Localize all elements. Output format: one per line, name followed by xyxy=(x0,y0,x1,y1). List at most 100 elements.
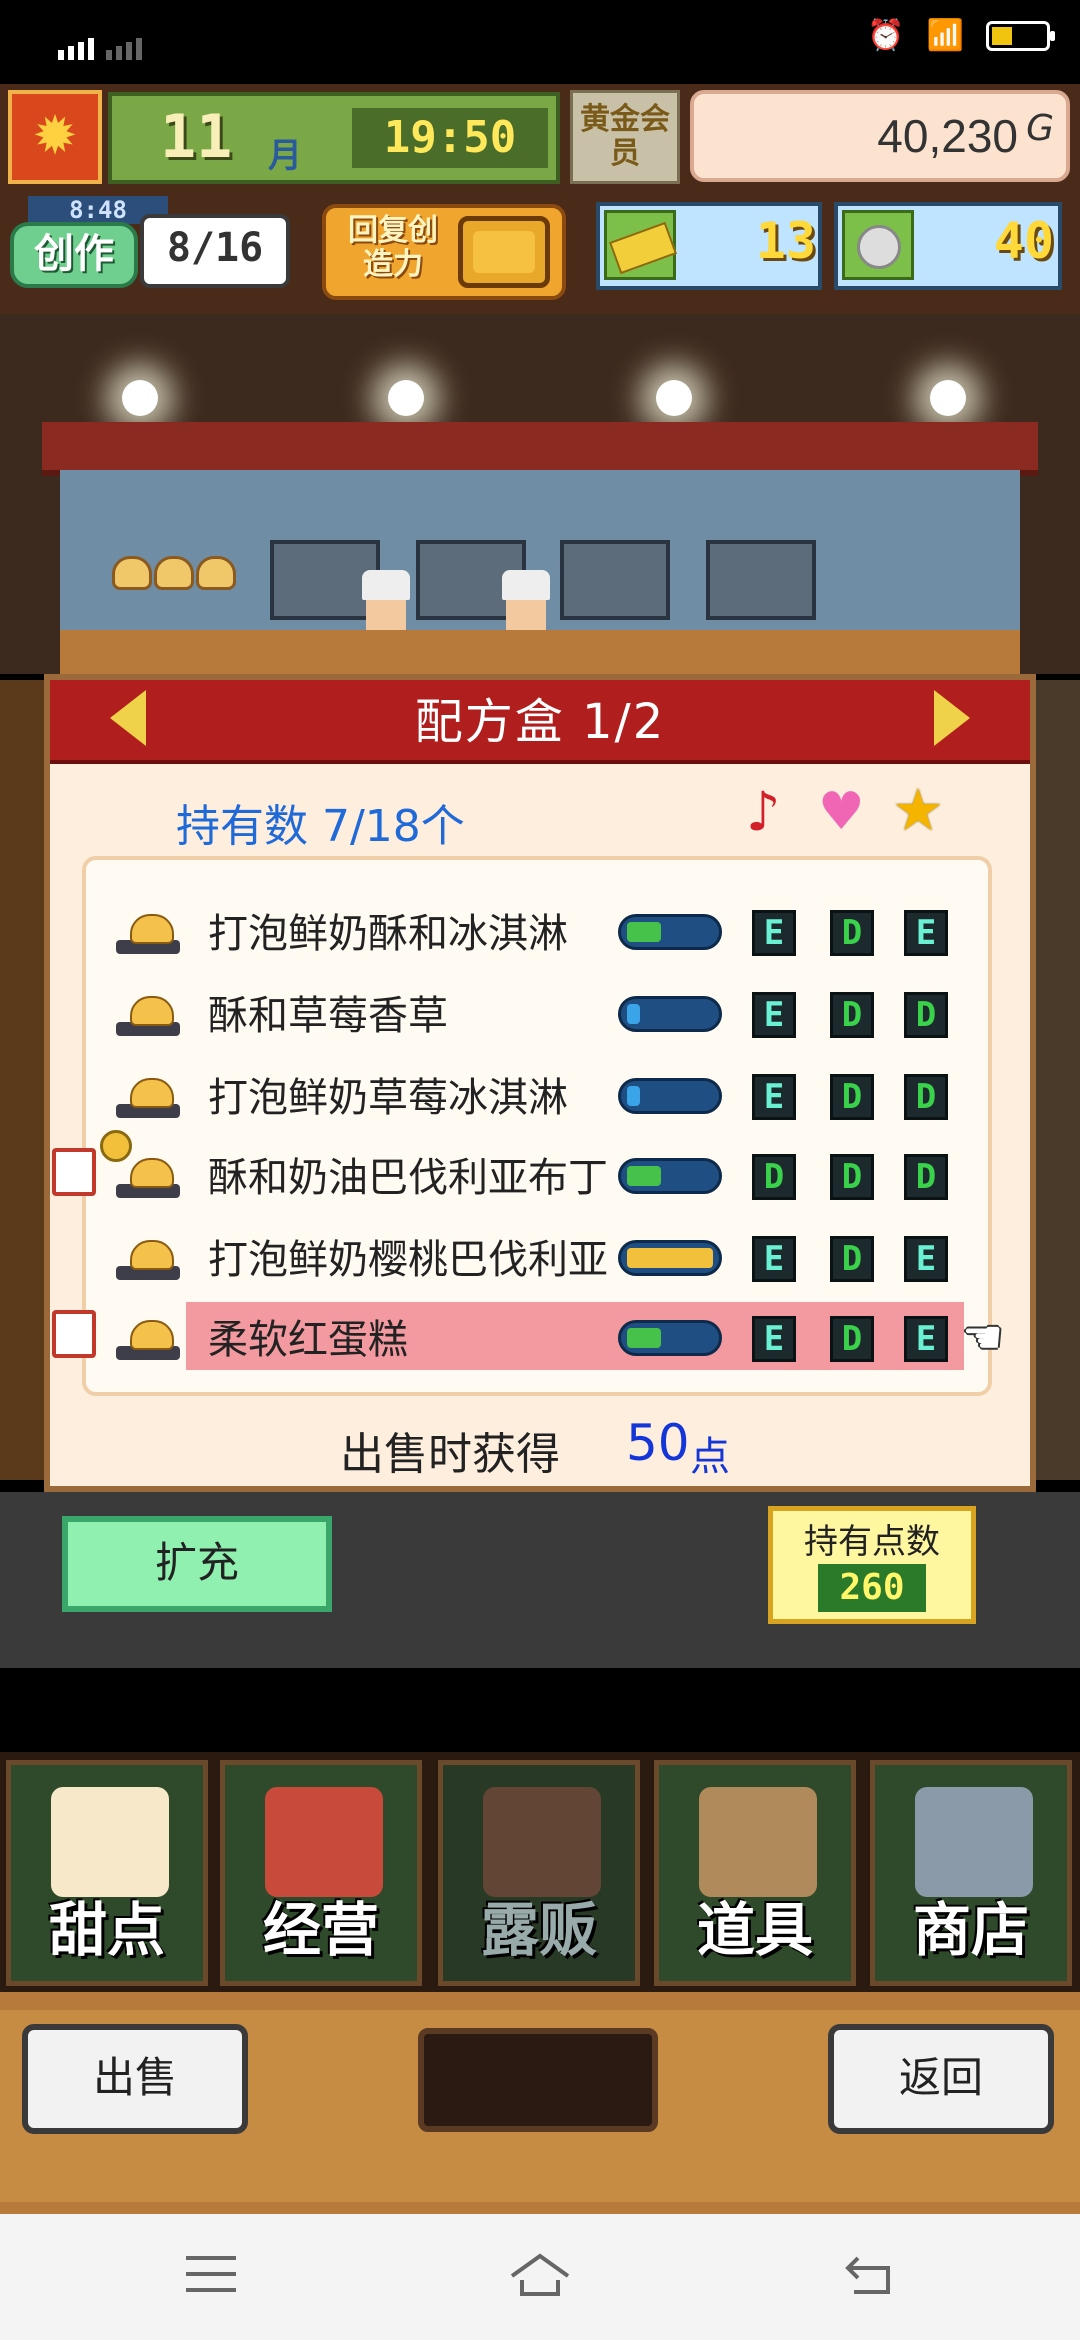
recipe-row[interactable]: 打泡鲜奶樱桃巴伐利亚 E D E xyxy=(112,1224,982,1296)
menu-items-label: 道具 xyxy=(696,1896,813,1964)
recipe-level-bar xyxy=(618,1158,722,1194)
menu-stall-button[interactable]: 露贩 xyxy=(438,1760,640,1986)
grade-badge: E xyxy=(904,910,948,956)
prev-page-arrow-icon[interactable] xyxy=(110,690,146,746)
dessert-icon xyxy=(112,1076,184,1120)
next-page-arrow-icon[interactable] xyxy=(934,690,970,746)
recipe-level-bar xyxy=(618,914,722,950)
grade-badge: E xyxy=(752,1236,796,1282)
medal-icon xyxy=(100,1130,132,1162)
bread-display xyxy=(112,556,240,626)
expand-button[interactable]: 扩充 xyxy=(62,1516,332,1612)
music-note-icon: ♪ xyxy=(746,780,781,843)
recent-apps-icon[interactable] xyxy=(186,2256,236,2296)
cake-icon xyxy=(51,1787,169,1897)
money-unit: G xyxy=(1026,108,1054,149)
sell-button[interactable]: 出售 xyxy=(22,2024,248,2134)
shopping-cart-icon xyxy=(915,1787,1033,1897)
create-count: 8/16 xyxy=(140,214,290,288)
scene-side-right xyxy=(1032,680,1080,1480)
gear-bag-icon xyxy=(699,1787,817,1897)
owned-count: 持有数 7/18个 xyxy=(176,801,465,852)
more-notifications-icon: ••• xyxy=(338,14,399,54)
home-icon[interactable] xyxy=(508,2250,572,2300)
coin-icon xyxy=(842,210,914,280)
battery-icon xyxy=(986,20,1055,51)
grade-badge: D xyxy=(752,1154,796,1200)
scene-side-left xyxy=(0,680,48,1480)
dessert-icon xyxy=(112,1156,184,1200)
oven xyxy=(560,540,670,620)
recipe-row[interactable]: 打泡鲜奶草莓冰淇淋 E D D xyxy=(112,1062,982,1134)
grade-badge: D xyxy=(830,1236,874,1282)
dessert-icon xyxy=(112,994,184,1038)
oven xyxy=(706,540,816,620)
grade-badge: E xyxy=(752,1074,796,1120)
food-truck-icon xyxy=(483,1787,601,1897)
recipe-level-bar xyxy=(618,1240,722,1276)
network-speed-unit: KB/s xyxy=(280,33,316,52)
recipe-row[interactable]: 柔软红蛋糕 E D E xyxy=(112,1304,982,1376)
menu-dessert-button[interactable]: 甜点 xyxy=(6,1760,208,1986)
heart-icon: ♥ xyxy=(818,782,865,842)
grade-badge: D xyxy=(830,910,874,956)
alarm-icon: ⏰ xyxy=(867,18,905,53)
grade-badge: D xyxy=(830,1316,874,1362)
status-time: 07:10 xyxy=(168,18,283,62)
panel-title: 配方盒 1/2 xyxy=(414,694,666,750)
grade-badge: E xyxy=(904,1236,948,1282)
ceiling-light xyxy=(388,380,424,416)
ceiling-light xyxy=(930,380,966,416)
month-number: 11 xyxy=(160,102,233,172)
owned-points-value: 260 xyxy=(818,1564,926,1612)
grade-badge: D xyxy=(830,1074,874,1120)
recipe-level-bar xyxy=(618,1320,722,1356)
grade-badge: E xyxy=(752,992,796,1038)
return-button[interactable]: 返回 xyxy=(828,2024,1054,2134)
grade-badge: D xyxy=(904,1074,948,1120)
maple-leaf-icon: ✹ xyxy=(8,90,102,184)
earn-points: 50 xyxy=(626,1414,690,1472)
ceiling-light xyxy=(656,380,692,416)
menu-store-button[interactable]: 商店 xyxy=(870,1760,1072,1986)
dessert-icon xyxy=(112,1238,184,1282)
menu-manage-label: 经营 xyxy=(262,1896,379,1964)
network-speed: 0.10 KB/s xyxy=(280,16,316,52)
coin-count: 40 xyxy=(993,212,1054,270)
network-type: 4G xyxy=(58,14,88,39)
menu-store-label: 商店 xyxy=(912,1896,1029,1964)
recipe-level-bar xyxy=(618,996,722,1032)
recipe-row[interactable]: 酥和奶油巴伐利亚布丁 D D D xyxy=(112,1142,982,1214)
gold-bar-icon xyxy=(604,210,678,280)
center-slot xyxy=(418,2028,658,2132)
recipe-level-bar xyxy=(618,1078,722,1114)
owned-points-label: 持有点数 xyxy=(804,1522,940,1562)
dessert-icon xyxy=(112,1318,184,1362)
shop-awning xyxy=(42,422,1038,476)
restore-creativity-label: 回复创造力 xyxy=(348,213,438,282)
month-unit: 月 xyxy=(268,136,302,176)
cup-icon xyxy=(52,1148,96,1196)
grade-badge: E xyxy=(904,1316,948,1362)
menu-manage-button[interactable]: 经营 xyxy=(220,1760,422,1986)
spacer xyxy=(0,1668,1080,1752)
shop-icon xyxy=(265,1787,383,1897)
earn-unit: 点 xyxy=(690,1434,730,1480)
gold-bar-count: 13 xyxy=(755,212,816,270)
grade-badge: D xyxy=(904,992,948,1038)
grade-badge: E xyxy=(752,910,796,956)
money-display: 40,230 xyxy=(690,90,1070,182)
recipe-row[interactable]: 酥和草莓香草 E D D xyxy=(112,980,982,1052)
recipe-row[interactable]: 打泡鲜奶酥和冰淇淋 E D E xyxy=(112,898,982,970)
menu-items-button[interactable]: 道具 xyxy=(654,1760,856,1986)
grade-badge: D xyxy=(830,1154,874,1200)
cup-icon xyxy=(52,1310,96,1358)
menu-stall-label: 露贩 xyxy=(480,1896,597,1964)
back-icon[interactable] xyxy=(844,2252,896,2298)
star-icon: ★ xyxy=(892,776,944,844)
earn-label: 出售时获得 xyxy=(340,1429,560,1480)
create-button[interactable]: 创作 xyxy=(10,222,138,288)
grade-badge: D xyxy=(830,992,874,1038)
gold-member-badge[interactable]: 黄金会员 xyxy=(570,90,680,184)
tv-icon xyxy=(458,216,550,288)
